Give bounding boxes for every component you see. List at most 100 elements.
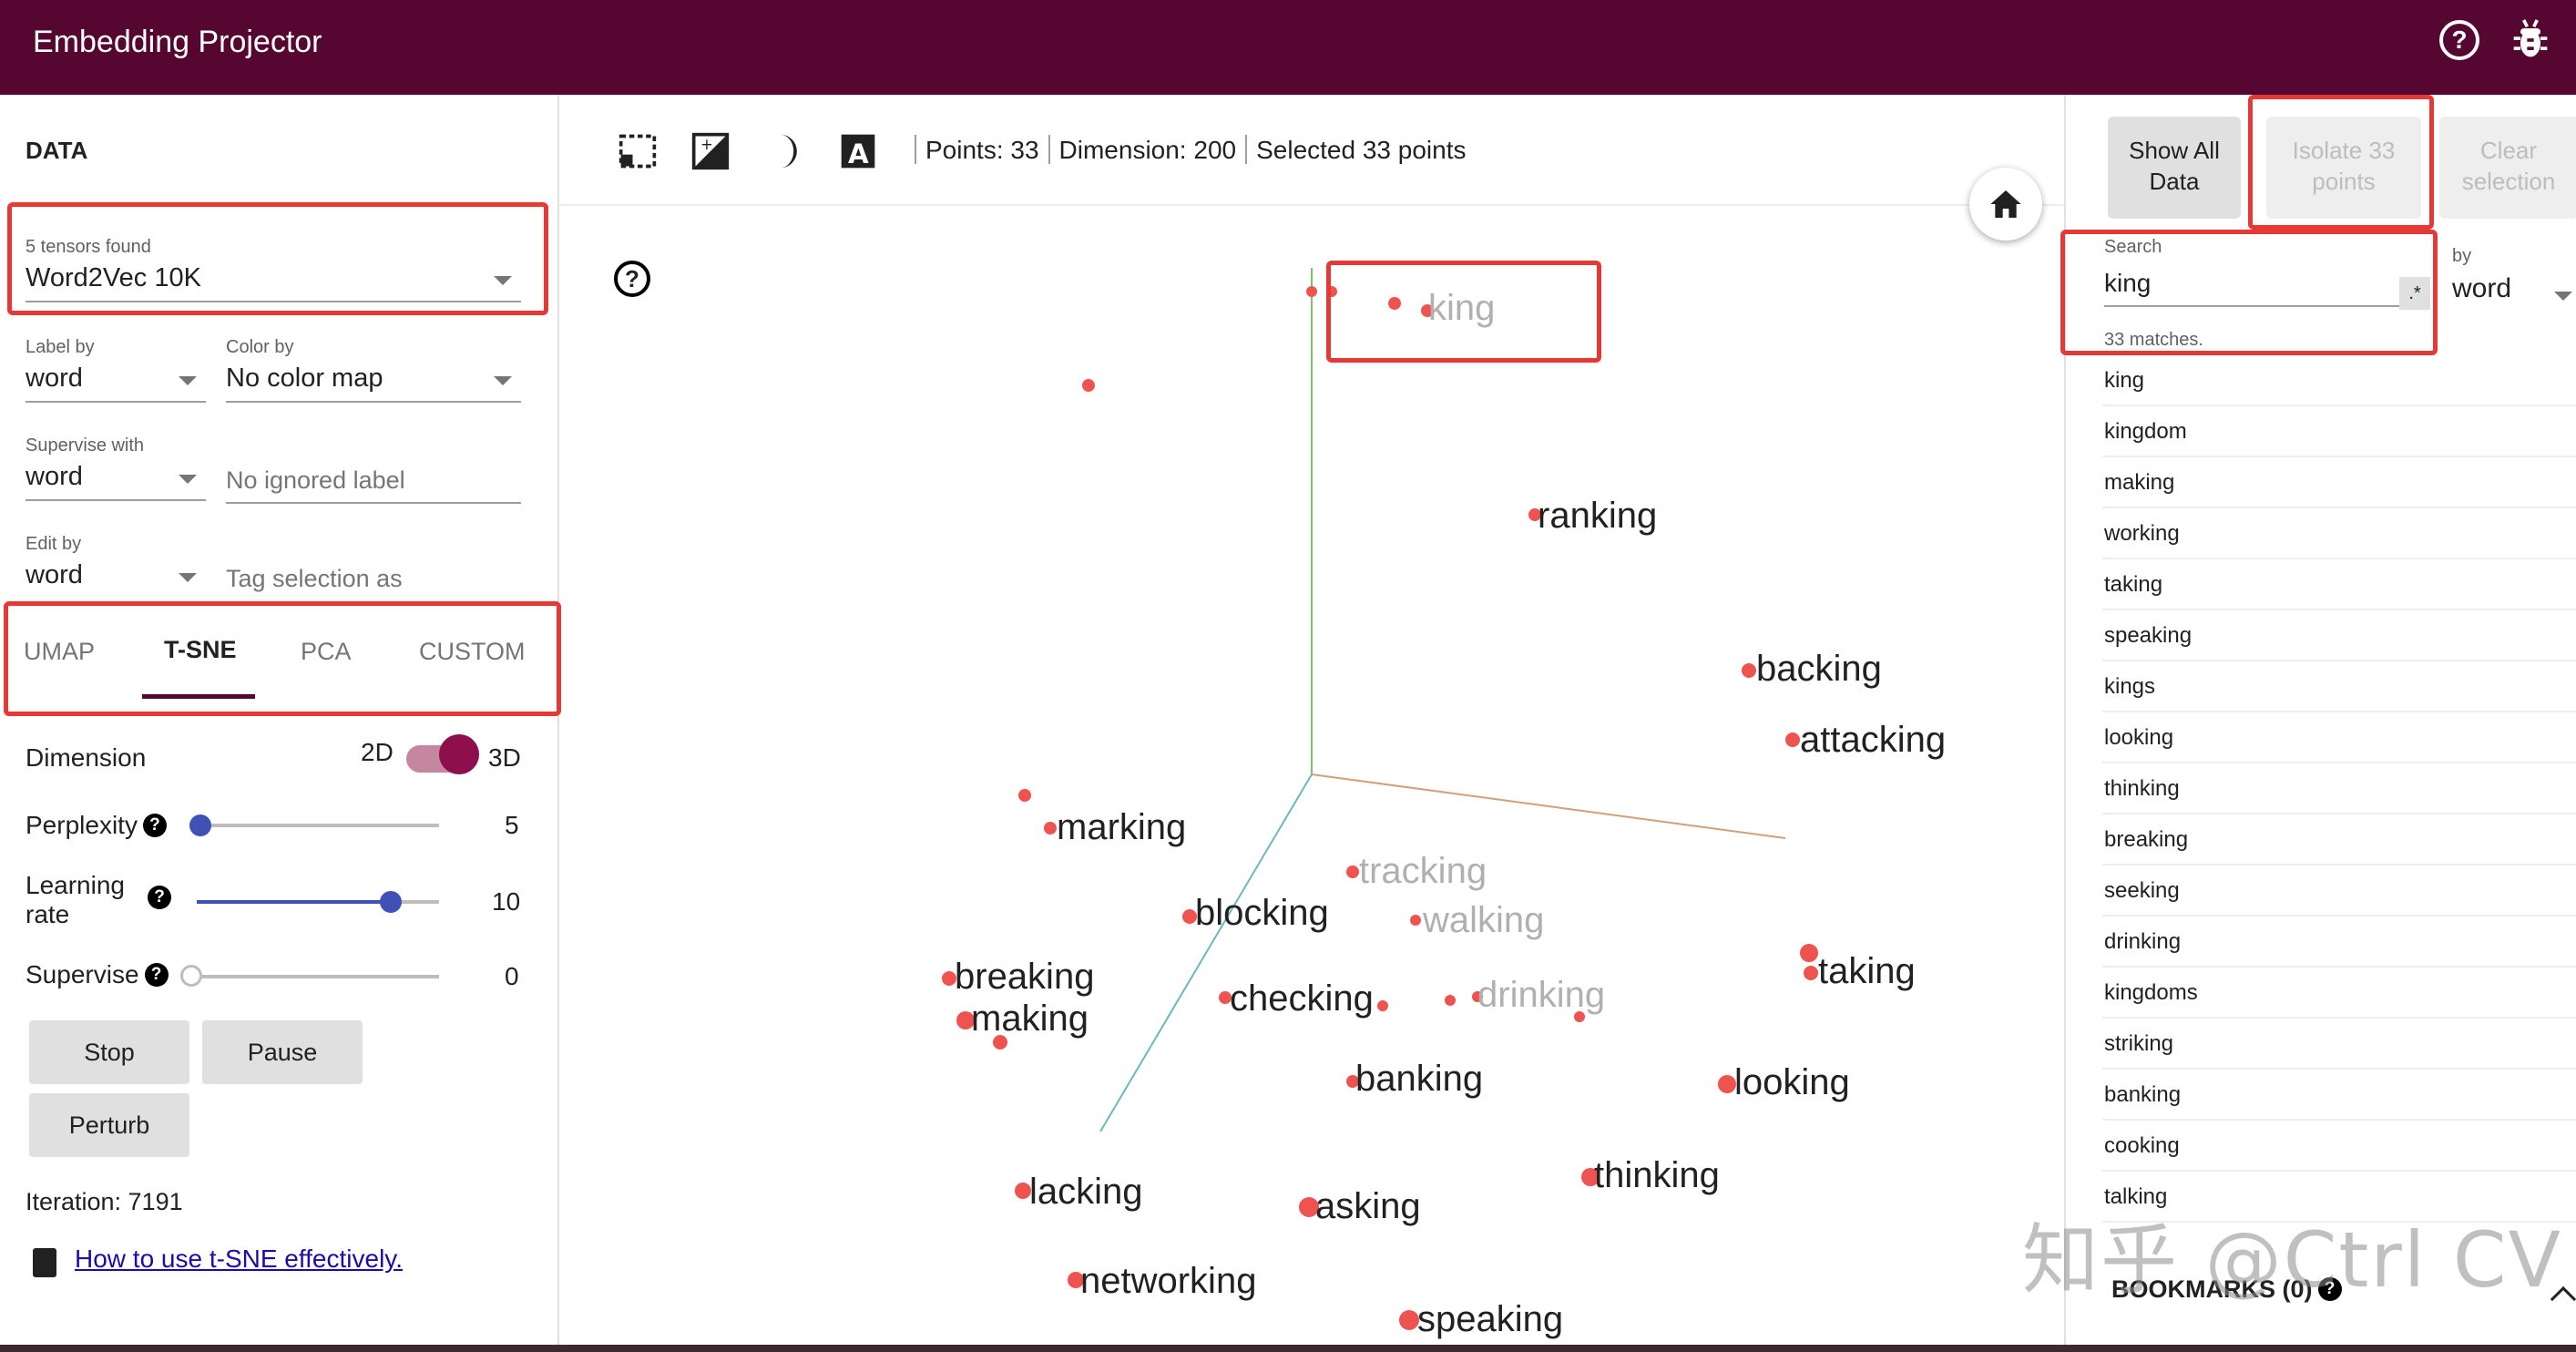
data-point[interactable]: [1445, 995, 1456, 1006]
data-section-title: DATA: [26, 137, 88, 164]
inspector-panel: Show All Data Isolate 33 points Clear se…: [2060, 95, 2576, 1345]
point-label-speaking[interactable]: speaking: [1417, 1299, 1563, 1339]
chevron-down-icon: [179, 573, 197, 582]
learning-rate-value: 10: [492, 887, 521, 916]
point-label-asking[interactable]: asking: [1315, 1186, 1421, 1226]
point-label-looking[interactable]: looking: [1734, 1062, 1850, 1102]
point-label-blocking[interactable]: blocking: [1195, 893, 1329, 933]
search-result-item[interactable]: seeking: [2102, 865, 2576, 917]
search-result-item[interactable]: thinking: [2102, 763, 2576, 814]
dimension-toggle-knob[interactable]: [439, 734, 479, 774]
data-point[interactable]: [1377, 1000, 1388, 1011]
search-result-item[interactable]: banking: [2102, 1070, 2576, 1121]
labels-icon[interactable]: A: [838, 131, 878, 171]
label-by-value: word: [26, 364, 206, 403]
help-icon[interactable]: ?: [144, 963, 169, 987]
search-by-select[interactable]: word: [2452, 273, 2511, 304]
search-result-item[interactable]: drinking: [2102, 917, 2576, 968]
point-label-checking[interactable]: checking: [1230, 978, 1374, 1019]
search-result-item[interactable]: kingdom: [2102, 406, 2576, 457]
search-result-item[interactable]: looking: [2102, 712, 2576, 763]
point-label-walking[interactable]: walking: [1423, 900, 1544, 940]
moon-icon[interactable]: [765, 131, 805, 171]
search-result-item[interactable]: striking: [2102, 1019, 2576, 1070]
search-result-item[interactable]: king: [2102, 355, 2576, 406]
data-point[interactable]: [1306, 286, 1317, 297]
bug-report-icon[interactable]: [2510, 18, 2550, 62]
data-panel: DATA 5 tensors found Word2Vec 10K Label …: [0, 95, 561, 1345]
help-icon[interactable]: ?: [148, 886, 171, 909]
point-label-making[interactable]: making: [971, 999, 1089, 1039]
search-result-item[interactable]: cooking: [2102, 1121, 2576, 1172]
data-point[interactable]: [1742, 663, 1756, 678]
help-icon[interactable]: ?: [2439, 20, 2479, 60]
edit-by-select[interactable]: Edit by word: [26, 534, 206, 598]
supervise-slider-handle[interactable]: [180, 965, 202, 987]
search-result-item[interactable]: making: [2102, 457, 2576, 508]
data-point[interactable]: [1718, 1075, 1736, 1093]
point-label-ranking[interactable]: ranking: [1538, 496, 1657, 536]
color-by-label: Color by: [226, 337, 294, 357]
perplexity-slider-handle[interactable]: [189, 814, 211, 836]
x-axis-line: [1311, 773, 1786, 839]
point-label-breaking[interactable]: breaking: [955, 957, 1094, 997]
data-point[interactable]: [1399, 1310, 1419, 1330]
search-results-list: king kingdom making working taking speaking ki…: [2102, 355, 2576, 1223]
point-label-tracking[interactable]: tracking: [1359, 851, 1487, 891]
ignored-label-input[interactable]: No ignored label: [226, 461, 521, 504]
search-result-item[interactable]: working: [2102, 508, 2576, 559]
edit-by-value: word: [26, 560, 206, 598]
window-bottom-edge: [0, 1345, 2576, 1352]
data-point[interactable]: [1018, 789, 1031, 802]
data-point[interactable]: [1800, 944, 1818, 962]
show-all-data-button[interactable]: Show All Data: [2108, 117, 2241, 219]
search-result-item[interactable]: breaking: [2102, 814, 2576, 865]
search-result-item[interactable]: kings: [2102, 661, 2576, 712]
dimension-count: Dimension: 200: [1058, 136, 1237, 164]
embedding-plot[interactable]: king ranking backing attacking marking t…: [561, 208, 2062, 1352]
projector-toolbar: + A Points: 33 Dimension: 200 Selected 33 …: [559, 95, 2064, 206]
label-by-select[interactable]: Label by word: [26, 337, 206, 403]
point-label-thinking[interactable]: thinking: [1594, 1155, 1720, 1195]
supervise-with-value: word: [26, 462, 206, 501]
chevron-down-icon: [179, 376, 197, 385]
data-point[interactable]: [1785, 732, 1800, 747]
supervise-slider[interactable]: [191, 975, 439, 978]
color-by-select[interactable]: Color by No color map: [226, 337, 521, 403]
highlight-box-king: [1326, 261, 1601, 363]
clear-selection-button[interactable]: Clear selection: [2439, 117, 2576, 219]
tag-selection-input[interactable]: Tag selection as: [226, 559, 521, 600]
data-point[interactable]: [1804, 966, 1818, 980]
point-label-lacking[interactable]: lacking: [1029, 1172, 1143, 1212]
data-point[interactable]: [1346, 865, 1359, 878]
search-result-item[interactable]: kingdoms: [2102, 968, 2576, 1019]
help-icon[interactable]: ?: [142, 814, 167, 837]
highlight-box-isolate: [2248, 95, 2434, 230]
point-label-backing[interactable]: backing: [1756, 649, 1882, 689]
supervise-with-select[interactable]: Supervise with word: [26, 435, 206, 501]
pause-button[interactable]: Pause: [202, 1020, 363, 1084]
select-region-icon[interactable]: [618, 131, 658, 171]
search-result-item[interactable]: speaking: [2102, 610, 2576, 661]
chevron-down-icon: [179, 475, 197, 484]
perplexity-value: 5: [505, 811, 519, 839]
data-point[interactable]: [1082, 379, 1095, 392]
supervise-value: 0: [505, 962, 519, 990]
highlight-box-tensor: [7, 202, 548, 315]
point-label-banking[interactable]: banking: [1355, 1059, 1483, 1099]
stop-button[interactable]: Stop: [29, 1020, 189, 1084]
tsne-help-link[interactable]: How to use t-SNE effectively.: [75, 1244, 403, 1274]
point-label-taking[interactable]: taking: [1818, 951, 1916, 991]
perplexity-slider[interactable]: [200, 824, 439, 827]
night-mode-icon[interactable]: +: [690, 131, 731, 171]
point-label-attacking[interactable]: attacking: [1800, 720, 1946, 760]
point-label-drinking[interactable]: drinking: [1477, 975, 1605, 1015]
search-result-item[interactable]: taking: [2102, 559, 2576, 610]
data-point[interactable]: [1410, 915, 1421, 926]
point-label-marking[interactable]: marking: [1057, 807, 1186, 847]
perturb-button[interactable]: Perturb: [29, 1093, 189, 1157]
data-point[interactable]: [1044, 822, 1057, 835]
learning-rate-slider-handle[interactable]: [379, 891, 402, 913]
point-label-networking[interactable]: networking: [1080, 1261, 1256, 1301]
divider: [915, 135, 916, 164]
